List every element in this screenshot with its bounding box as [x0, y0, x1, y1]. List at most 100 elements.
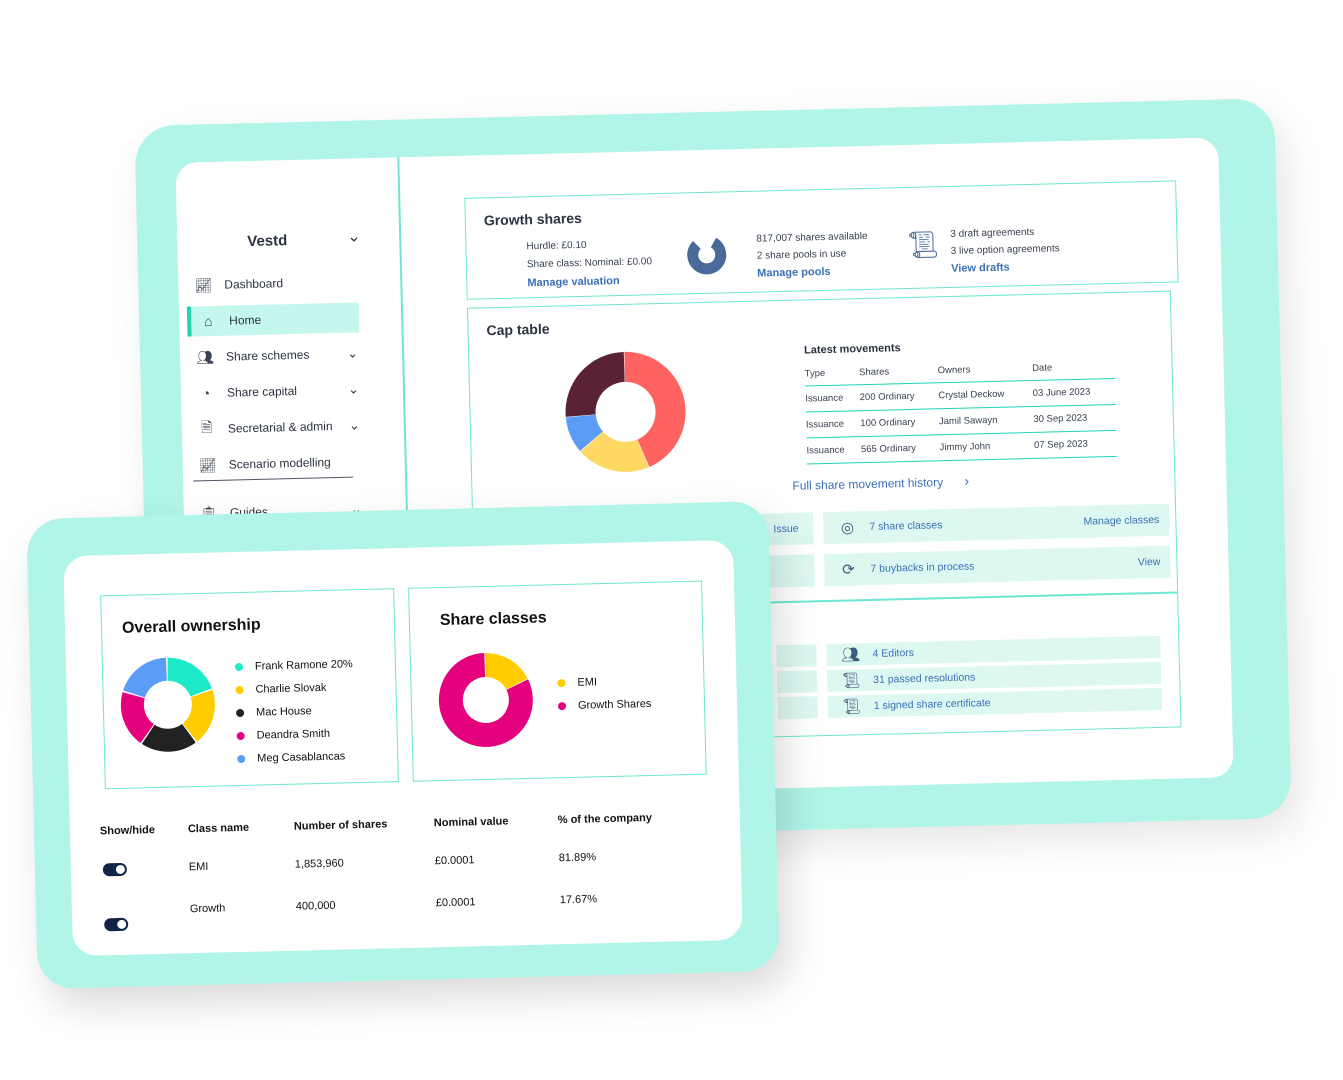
blank-strip [777, 696, 819, 720]
column-header: Show/hide [99, 824, 156, 838]
full-history-label: Full share movement history [792, 475, 944, 493]
chevron-down-icon[interactable]: ⌄ [347, 226, 361, 246]
column-header: Shares [858, 361, 938, 385]
share-classes-count: 7 share classes [869, 519, 943, 533]
table-cell: Issuance [805, 410, 861, 439]
legend-label: Meg Casablancas [257, 749, 346, 765]
table-cell: 30 Sep 2023 [1033, 404, 1117, 433]
column-header: Date [1031, 356, 1115, 381]
live-agreements-text: 3 live option agreements [950, 243, 1060, 257]
show-hide-toggle[interactable] [102, 862, 128, 877]
users-icon: 👥︎ [195, 348, 215, 365]
scroll-document-icon: 📜︎ [842, 698, 862, 716]
chevron-down-icon[interactable]: ⌄ [348, 381, 359, 397]
certificate-count: 1 signed share certificate [873, 697, 991, 712]
sidebar-item-label: Dashboard [224, 276, 284, 292]
legend-dot [235, 708, 245, 717]
legend-label: Frank Ramone 20% [254, 657, 353, 673]
document-icon: 🗎︎ [200, 419, 213, 436]
blank-strip [776, 644, 817, 668]
table-cell: 400,000 [295, 899, 336, 913]
table-cell: 100 Ordinary [860, 408, 940, 437]
table-cell: 565 Ordinary [860, 434, 940, 463]
resolutions-count: 31 passed resolutions [873, 671, 976, 686]
brand-name[interactable]: Vestd [247, 232, 287, 250]
pie-icon: ◔ [201, 385, 211, 402]
sidebar-item-share-schemes[interactable]: 👥︎ Share schemes ⌄ [188, 338, 358, 372]
overall-ownership-title: Overall ownership [121, 616, 261, 637]
editors-strip[interactable]: 👥︎ 4 Editors [826, 635, 1161, 667]
overall-ownership-panel: Overall ownership Frank Ramone 20% Charl… [100, 588, 399, 790]
column-header: Type [804, 363, 860, 387]
legend-dot [235, 685, 244, 694]
classes-table: Show/hide Class name Number of shares No… [100, 802, 723, 937]
growth-shares-panel: Growth shares Hurdle: £0.10 Share class:… [464, 180, 1179, 300]
table-cell: £0.0001 [434, 854, 475, 868]
hurdle-text: Hurdle: £0.10 [526, 239, 587, 253]
manage-pools-link[interactable]: Manage pools [757, 266, 831, 280]
pools-in-use-text: 2 share pools in use [756, 248, 847, 262]
table-cell: Issuance [806, 436, 862, 464]
view-drafts-link[interactable]: View drafts [951, 261, 1010, 274]
share-classes-strip[interactable]: ◎ 7 share classes Manage classes [823, 503, 1170, 545]
currency-cycle-icon: ⟳ [841, 561, 855, 579]
chart-line-icon: 📈︎ [198, 456, 217, 473]
legend-item: Growth Shares [557, 692, 652, 717]
share-classes-panel: Share classes EMI Growth Shares [408, 580, 707, 782]
legend-dot [236, 731, 245, 740]
certificate-strip[interactable]: 📜︎ 1 signed share certificate [827, 687, 1162, 719]
sidebar-item-label: Share schemes [225, 347, 310, 364]
table-cell: 1,853,960 [294, 857, 344, 871]
ownership-donut-slice-0 [167, 657, 212, 697]
sidebar-item-home[interactable]: ⌂ Home [186, 302, 360, 337]
target-icon: ◎ [840, 519, 855, 537]
growth-shares-title: Growth shares [483, 209, 583, 229]
home-icon: ⌂ [203, 312, 213, 330]
legend-dot [237, 754, 246, 763]
users-icon: 👥︎ [840, 646, 861, 664]
share-class-text: Share class: Nominal: £0.00 [526, 256, 653, 271]
sidebar-item-dashboard[interactable]: 📈︎ Dashboard [186, 267, 355, 301]
sidebar-item-label: Home [229, 312, 262, 328]
manage-classes-link[interactable]: Manage classes [1083, 514, 1159, 528]
sidebar-item-secretarial-admin[interactable]: 🗎︎ Secretarial & admin ⌄ [189, 410, 360, 444]
legend-dot [557, 678, 566, 687]
table-cell: 03 June 2023 [1032, 378, 1116, 407]
chevron-down-icon[interactable]: ⌄ [347, 345, 358, 361]
table-cell: 81.89% [558, 851, 597, 865]
table-cell: £0.0001 [435, 896, 476, 910]
table-cell: Growth [189, 902, 226, 916]
blank-strip [776, 670, 818, 694]
cap-table-donut-slice-3 [565, 351, 625, 417]
legend-label: Mac House [255, 704, 312, 719]
table-cell: EMI [188, 860, 209, 874]
sidebar-item-scenario-modelling[interactable]: 📈︎ Scenario modelling [190, 446, 359, 480]
table-cell: Issuance [804, 384, 861, 413]
legend-dot [234, 662, 244, 671]
table-cell: Jamil Sawayn [938, 406, 1034, 435]
chevron-down-icon[interactable]: ⌄ [349, 417, 360, 433]
table-cell: 200 Ordinary [859, 382, 939, 411]
scroll-document-icon: 📜︎ [841, 672, 861, 690]
buybacks-count: 7 buybacks in process [870, 560, 975, 575]
legend-label: EMI [577, 675, 598, 689]
movements-table: Type Shares Owners Date Issuance 200 Ord… [804, 356, 1117, 465]
show-hide-toggle[interactable] [104, 917, 129, 932]
scroll-document-icon: 📜︎ [906, 229, 940, 260]
table-cell: Crystal Deckow [937, 380, 1034, 409]
sidebar-item-label: Scenario modelling [228, 455, 331, 472]
cap-table-title: Cap table [486, 320, 550, 339]
column-header: Owners [937, 358, 1033, 383]
sidebar-item-share-capital[interactable]: ◔ Share capital ⌄ [189, 374, 360, 408]
view-link[interactable]: View [1138, 556, 1161, 569]
pool-gauge-icon [687, 235, 727, 275]
legend-item: Frank Ramone 20% [234, 652, 353, 678]
manage-valuation-link[interactable]: Manage valuation [527, 275, 620, 289]
column-header: % of the company [557, 811, 653, 827]
share-classes-donut-chart [438, 652, 533, 747]
buybacks-strip[interactable]: ⟳ 7 buybacks in process View [824, 545, 1171, 587]
full-history-link[interactable]: Full share movement history › [792, 473, 969, 493]
resolutions-strip[interactable]: 📜︎ 31 passed resolutions [826, 661, 1162, 693]
issue-label: Issue [773, 522, 799, 536]
draft-agreements-text: 3 draft agreements [950, 226, 1035, 240]
